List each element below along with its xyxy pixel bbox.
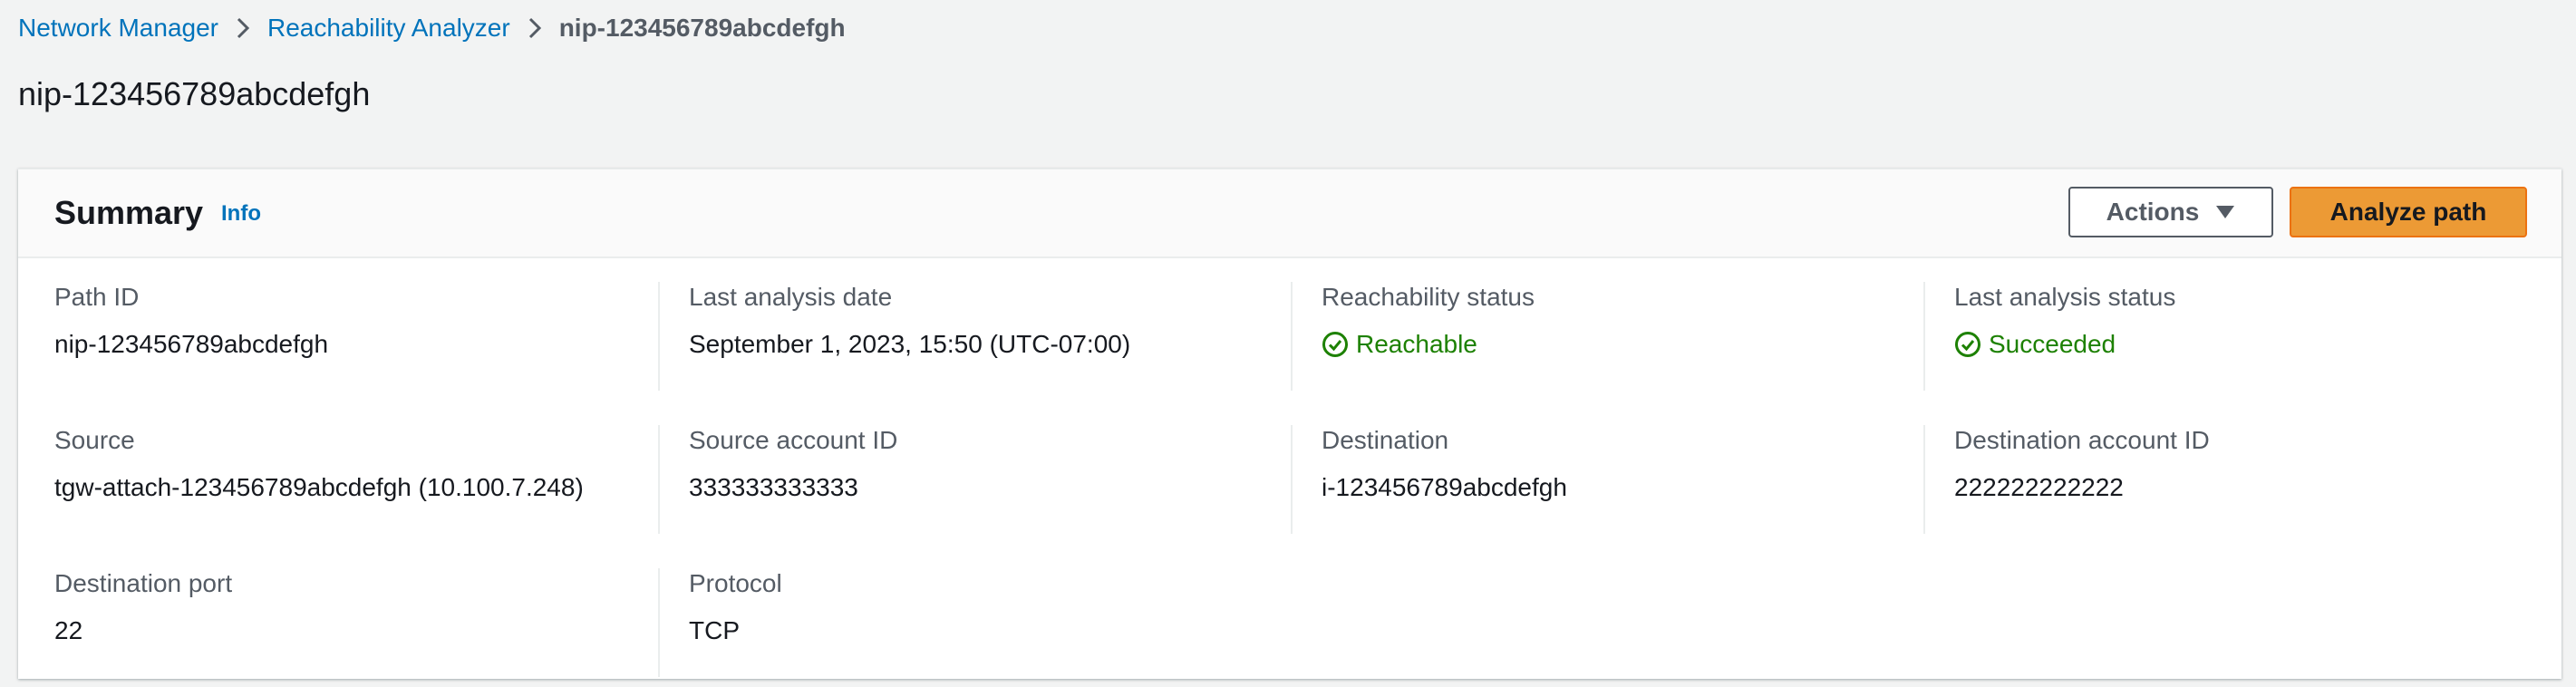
- check-circle-icon: [1322, 332, 1348, 357]
- status-badge: Succeeded: [1954, 329, 2552, 360]
- field-path-id: Path ID nip-123456789abcdefgh: [54, 282, 653, 360]
- summary-panel: Summary Info Actions Analyze path Path I…: [18, 169, 2561, 679]
- column-divider: [658, 568, 660, 677]
- field-label: Last analysis status: [1954, 283, 2176, 311]
- column-divider: [1923, 425, 1925, 534]
- field-label: Protocol: [689, 569, 782, 597]
- caret-down-icon: [2215, 205, 2235, 219]
- breadcrumb-current: nip-123456789abcdefgh: [558, 14, 846, 42]
- field-value: tgw-attach-123456789abcdefgh (10.100.7.2…: [54, 473, 584, 501]
- field-destination-port: Destination port 22: [54, 568, 653, 646]
- field-reachability-status: Reachability status Reachable: [1322, 282, 1920, 360]
- field-label: Destination account ID: [1954, 426, 2210, 454]
- field-label: Source: [54, 426, 135, 454]
- status-text: Succeeded: [1989, 330, 2116, 358]
- column-divider: [1291, 282, 1293, 391]
- field-value: 333333333333: [689, 473, 858, 501]
- check-circle-icon: [1955, 332, 1980, 357]
- field-value: September 1, 2023, 15:50 (UTC-07:00): [689, 330, 1131, 358]
- actions-button-label: Actions: [2106, 198, 2200, 226]
- field-label: Destination: [1322, 426, 1449, 454]
- column-divider: [658, 425, 660, 534]
- status-badge: Reachable: [1322, 329, 1920, 360]
- info-link[interactable]: Info: [221, 200, 261, 227]
- field-label: Last analysis date: [689, 283, 893, 311]
- field-source-account-id: Source account ID 333333333333: [689, 425, 1287, 503]
- field-protocol: Protocol TCP: [689, 568, 1287, 646]
- page-title: nip-123456789abcdefgh: [18, 75, 371, 112]
- field-label: Source account ID: [689, 426, 898, 454]
- field-label: Destination port: [54, 569, 233, 597]
- field-last-analysis-date: Last analysis date September 1, 2023, 15…: [689, 282, 1287, 360]
- summary-header: Summary Info Actions Analyze path: [18, 169, 2561, 258]
- breadcrumb: Network Manager Reachability Analyzer ni…: [18, 13, 846, 44]
- breadcrumb-network-manager[interactable]: Network Manager: [18, 13, 218, 44]
- field-label: Path ID: [54, 283, 140, 311]
- field-value: 22: [54, 616, 83, 644]
- field-value: nip-123456789abcdefgh: [54, 330, 329, 358]
- actions-dropdown-button[interactable]: Actions: [2068, 187, 2273, 237]
- chevron-right-icon: [218, 13, 267, 44]
- status-text: Reachable: [1356, 330, 1477, 358]
- field-destination-account-id: Destination account ID 222222222222: [1954, 425, 2552, 503]
- field-source: Source tgw-attach-123456789abcdefgh (10.…: [54, 425, 653, 503]
- field-label: Reachability status: [1322, 283, 1535, 311]
- chevron-right-icon: [510, 13, 559, 44]
- field-value: i-123456789abcdefgh: [1322, 473, 1567, 501]
- field-destination: Destination i-123456789abcdefgh: [1322, 425, 1920, 503]
- column-divider: [658, 282, 660, 391]
- analyze-path-label: Analyze path: [2329, 198, 2487, 226]
- column-divider: [1291, 425, 1293, 534]
- field-value: 222222222222: [1954, 473, 2124, 501]
- column-divider: [1923, 282, 1925, 391]
- summary-title: Summary: [54, 194, 204, 231]
- breadcrumb-reachability-analyzer[interactable]: Reachability Analyzer: [267, 13, 510, 44]
- field-value: TCP: [689, 616, 740, 644]
- analyze-path-button[interactable]: Analyze path: [2290, 187, 2527, 237]
- field-last-analysis-status: Last analysis status Succeeded: [1954, 282, 2552, 360]
